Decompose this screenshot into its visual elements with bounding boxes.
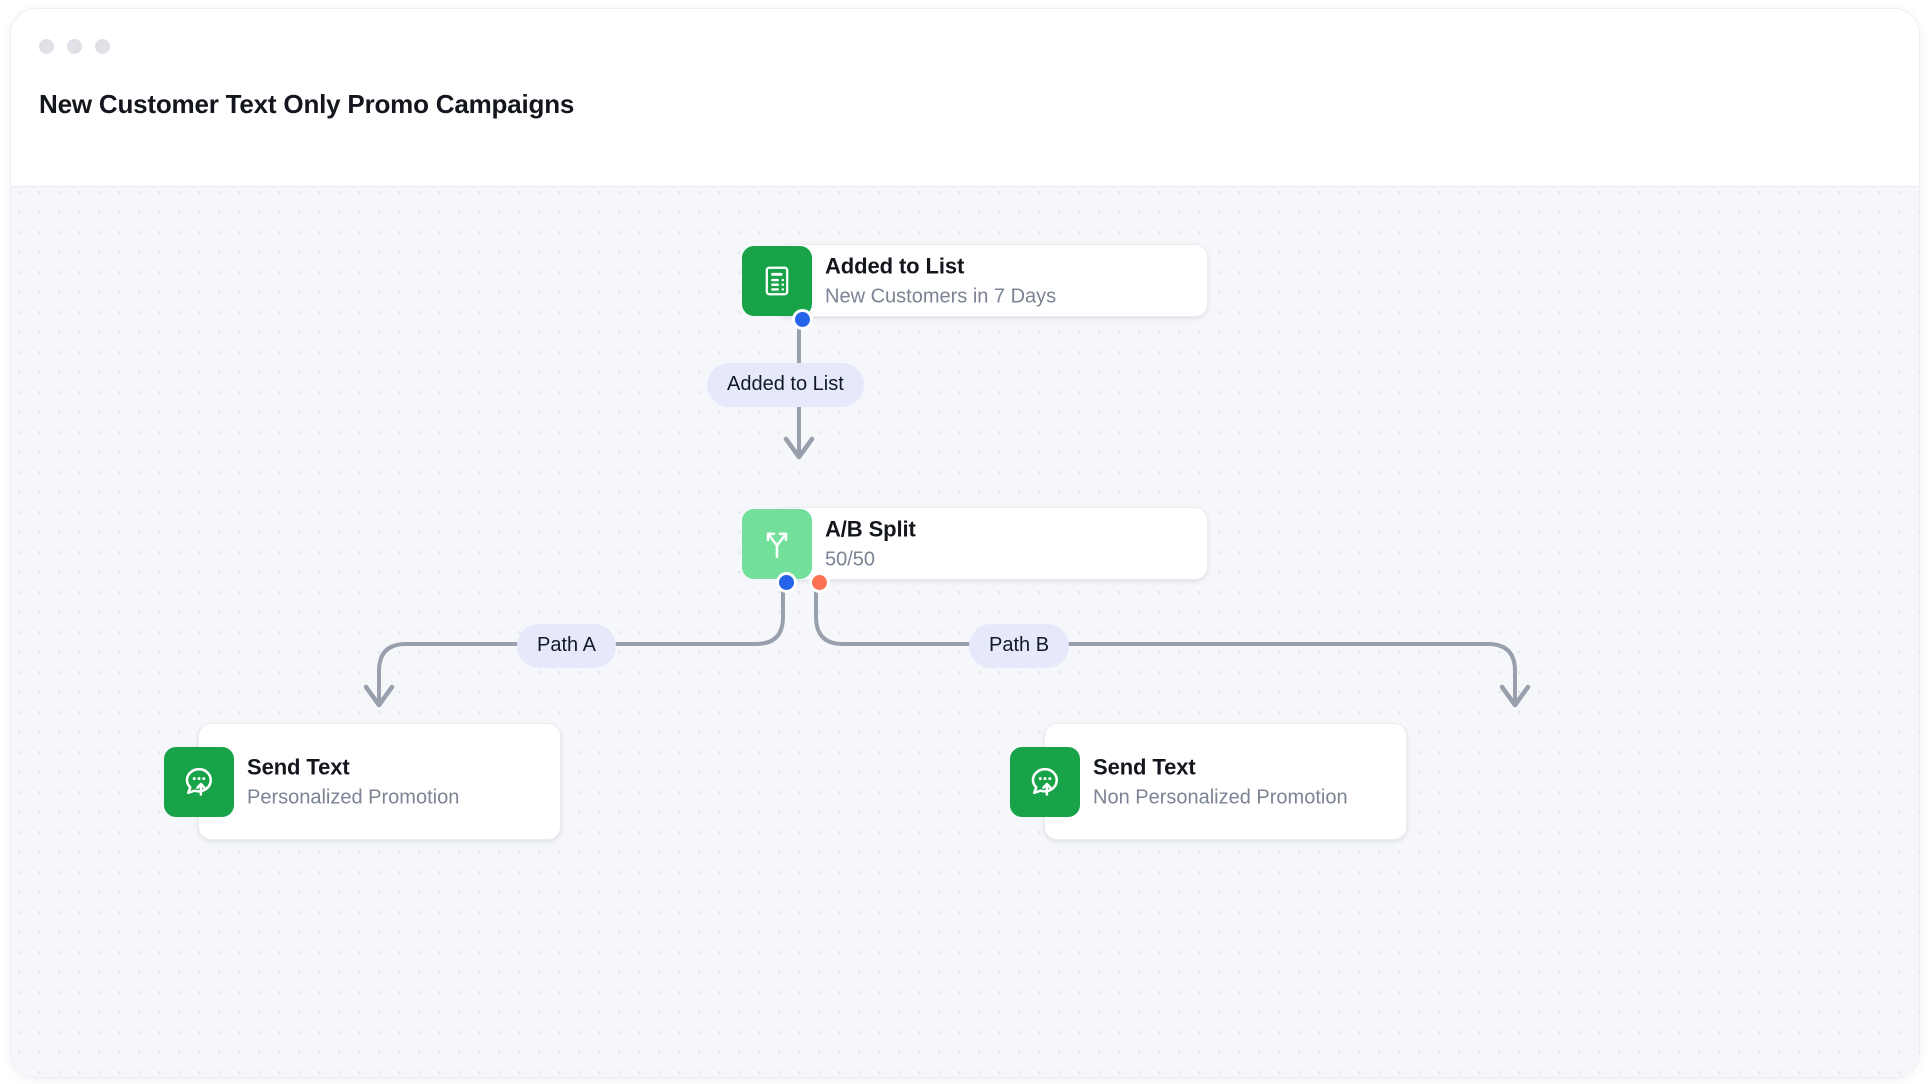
chat-bubble-send-icon [1010, 746, 1080, 817]
node-subtitle: 50/50 [825, 548, 876, 571]
output-port-path-b[interactable] [809, 572, 830, 593]
node-title: Send Text [1093, 753, 1196, 779]
minimize-window-icon[interactable] [67, 39, 82, 54]
edge-layer: .ln { fill:none; stroke:#98a0ae; stroke-… [363, 317, 1531, 708]
flow-node-send-text-b[interactable]: Send Text Non Personalized Promotion [1010, 723, 1407, 840]
node-subtitle: New Customers in 7 Days [825, 285, 1057, 308]
split-branch-icon [742, 508, 812, 579]
edge-path-b [814, 580, 1531, 708]
flow-node-send-text-a-text: Send Text Personalized Promotion [247, 753, 459, 811]
page-title: New Customer Text Only Promo Campaigns [39, 89, 575, 119]
edge-label-added-to-list[interactable]: Added to List [707, 363, 864, 407]
edge-label-path-b[interactable]: Path B [969, 624, 1070, 668]
flow-node-ab-split-text: A/B Split 50/50 [825, 515, 916, 573]
flow-node-send-text-a[interactable]: Send Text Personalized Promotion [164, 723, 561, 840]
output-port-trigger[interactable] [792, 309, 813, 330]
flow-canvas[interactable]: .ln { fill:none; stroke:#98a0ae; stroke-… [11, 187, 1919, 1077]
node-subtitle: Non Personalized Promotion [1093, 786, 1348, 809]
output-port-path-a[interactable] [776, 572, 797, 593]
flow-node-ab-split[interactable]: A/B Split 50/50 [742, 507, 1208, 580]
flow-node-send-text-b-text: Send Text Non Personalized Promotion [1093, 753, 1348, 811]
edge-label-path-a[interactable]: Path A [517, 624, 616, 668]
chat-bubble-send-icon [164, 746, 234, 817]
flow-node-added-to-list-text: Added to List New Customers in 7 Days [825, 252, 1056, 310]
node-title: Send Text [247, 753, 350, 779]
node-title: Added to List [825, 252, 965, 278]
traffic-lights [39, 39, 110, 54]
node-title: A/B Split [825, 515, 916, 541]
maximize-window-icon[interactable] [95, 39, 110, 54]
node-subtitle: Personalized Promotion [247, 786, 460, 809]
app-window: New Customer Text Only Promo Campaigns .… [10, 8, 1920, 1078]
window-titlebar: New Customer Text Only Promo Campaigns [11, 9, 1919, 187]
close-window-icon[interactable] [39, 39, 54, 54]
document-list-icon [742, 245, 812, 316]
flow-node-added-to-list[interactable]: Added to List New Customers in 7 Days [742, 244, 1208, 317]
